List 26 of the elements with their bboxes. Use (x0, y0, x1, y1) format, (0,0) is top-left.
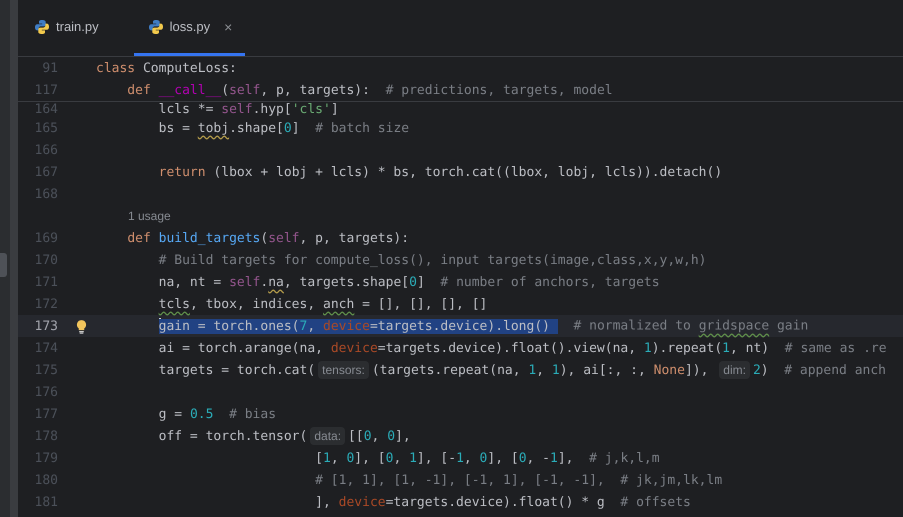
close-tab-button[interactable]: × (224, 18, 232, 34)
file-tab[interactable]: loss.py × (134, 0, 246, 56)
code-line: def build_targets(self, p, targets): (126, 230, 410, 246)
python-file-icon (148, 18, 164, 34)
file-tab[interactable]: train.py (30, 0, 112, 56)
python-file-icon (34, 18, 50, 34)
code-line: return (lbox + lobj + lcls) * bs, torch.cat((lbox, lobj, lcls)).detach() (158, 164, 722, 180)
line-number: 173 (34, 318, 58, 334)
code-line: ai = torch.arange(na, device=targets.device).float().view(na, 1).repeat(1, nt) # same as .re (158, 340, 887, 356)
code-line: # Build targets for compute_loss(), input targets(image,class,x,y,w,h) (158, 252, 706, 268)
code-line: lcls *= self.hyp['cls'] (158, 102, 339, 117)
code-line: bs = tobj.shape[0] # batch size (158, 120, 410, 136)
code-line: # [1, 1], [1, -1], [-1, 1], [-1, -1], # jk,jm,lk,lm (314, 472, 722, 488)
code-line: off = torch.tensor( data: [[0, 0], (158, 428, 411, 444)
lightbulb-icon[interactable] (76, 318, 86, 334)
code-line: class ComputeLoss: (96, 60, 237, 76)
code-line: [1, 0], [0, 1], [-1, 0], [0, -1], # j,k,l,m (314, 450, 660, 466)
code-line: tcls, tbox, indices, anch = [], [], [], [] (158, 296, 488, 312)
code-line: def __call__(self, p, targets): # predictions, targets, model (126, 82, 613, 98)
code-line: gain = torch.ones(7, device=targets.device).long() # normalized to gridspace gain (158, 318, 808, 334)
code-line: ], device=targets.device).float() * g # offsets (314, 494, 691, 510)
code-line: g = 0.5 # bias (158, 406, 276, 422)
panel-handle[interactable] (0, 253, 7, 277)
code-line: na, nt = self.na, targets.shape[0] # number of anchors, targets (158, 274, 660, 290)
usage-hint[interactable]: 1 usage (96, 209, 171, 223)
code-line: targets = torch.cat( tensors: (targets.repeat(na, 1, 1), ai[:, :, None]), dim: 2) # append anch (158, 362, 886, 378)
